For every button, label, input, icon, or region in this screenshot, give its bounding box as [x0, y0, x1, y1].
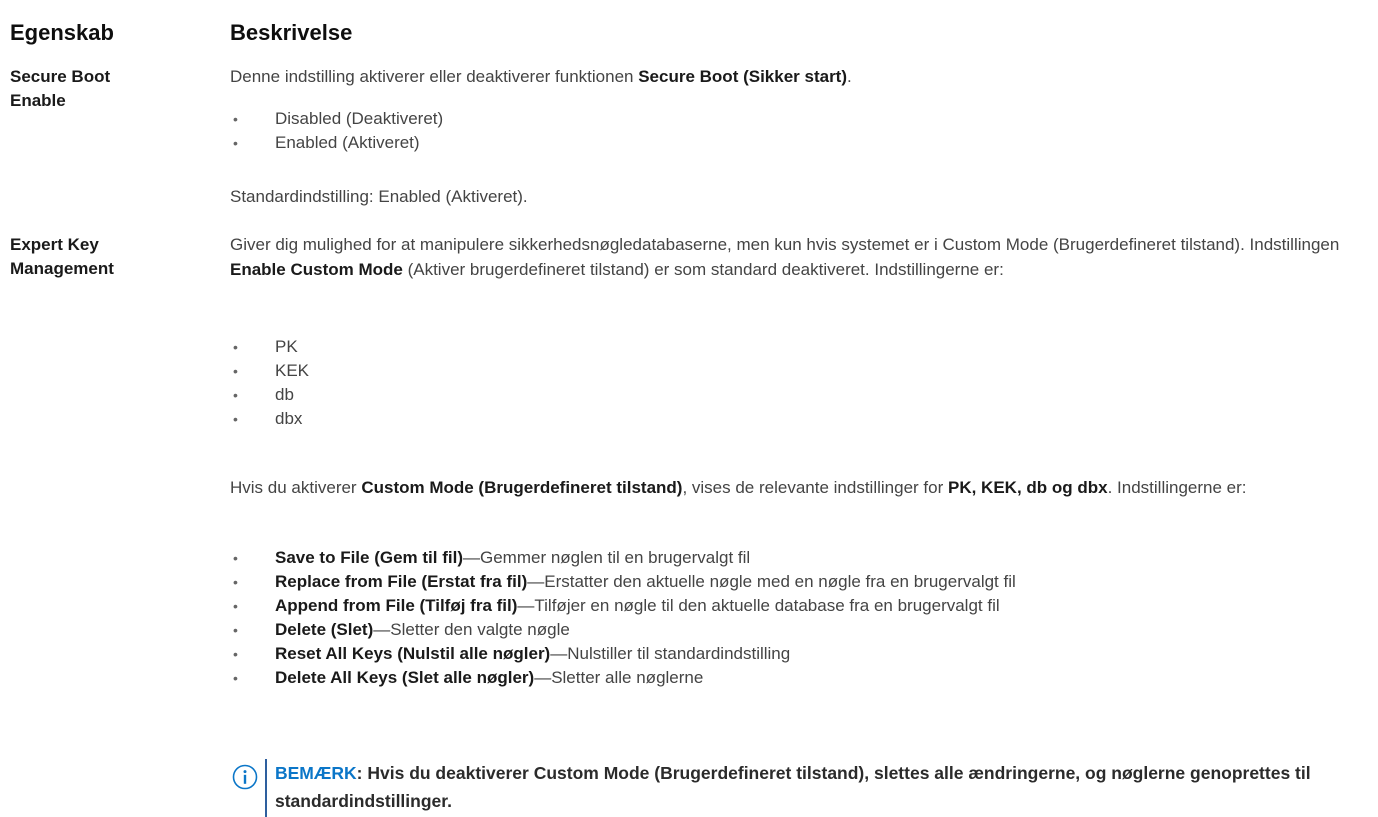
list-item: • KEK [230, 359, 1370, 383]
property-secure-boot-enable: Secure Boot Enable [10, 65, 190, 113]
key-label: PK [275, 337, 298, 356]
action-desc: —Gemmer nøglen til en brugervalgt fil [462, 548, 751, 567]
list-item: • PK [230, 335, 1370, 359]
bullet: • [233, 363, 238, 379]
bullet: • [233, 622, 238, 638]
key-label: db [275, 385, 294, 404]
custom-mode-paragraph: Hvis du aktiverer Custom Mode (Brugerdef… [230, 475, 1370, 500]
list-item: • Replace from File (Erstat fra fil)—Erst… [230, 570, 1370, 594]
list-item: • Reset All Keys (Nulstil alle nøgler)—Nu… [230, 642, 1370, 666]
text-bold: Enable Custom Mode [230, 260, 403, 279]
action-name: Append from File (Tilføj fra fil) [275, 596, 518, 615]
bullet: • [233, 670, 238, 686]
property-line: Secure Boot [10, 67, 111, 86]
action-list: • Save to File (Gem til fil)—Gemmer nøgle… [230, 546, 1370, 690]
action-desc: —Nulstiller til standardindstilling [550, 644, 791, 663]
expert-key-intro: Giver dig mulighed for at manipulere sik… [230, 232, 1370, 282]
property-line: Enable [10, 91, 66, 110]
action-name: Reset All Keys (Nulstil alle nøgler) [275, 644, 551, 663]
note-divider [265, 759, 267, 817]
list-item: • Save to File (Gem til fil)—Gemmer nøgle… [230, 546, 1370, 570]
text-bold: Secure Boot (Sikker start) [638, 67, 848, 86]
secure-boot-intro: Denne indstilling aktiverer eller deakti… [230, 64, 1370, 89]
bullet: • [233, 598, 238, 614]
action-desc: —Erstatter den aktuelle nøgle med en nøg… [527, 572, 1016, 591]
option-label: Disabled (Deaktiveret) [275, 109, 444, 128]
secure-boot-default: Standardindstilling: Enabled (Aktiveret)… [230, 187, 528, 206]
bullet: • [233, 411, 238, 427]
action-desc: —Sletter alle nøglerne [534, 668, 704, 687]
key-label: dbx [275, 409, 303, 428]
bullet: • [233, 646, 238, 662]
bullet: • [233, 111, 238, 127]
text-run: Denne indstilling aktiverer eller deakti… [230, 67, 639, 86]
list-item: • Enabled (Aktiveret) [230, 131, 1370, 155]
property-line: Expert Key [10, 235, 99, 254]
action-desc: —Tilføjer en nøgle til den aktuelle data… [517, 596, 1000, 615]
text-run: Giver dig mulighed for at manipulere sik… [230, 235, 1340, 254]
bullet: • [233, 135, 238, 151]
text-bold: PK, KEK, db og dbx [947, 478, 1108, 497]
action-name: Delete (Slet) [275, 620, 374, 639]
text-run: (Aktiver brugerdefineret tilstand) er so… [402, 260, 1004, 279]
property-line: Management [10, 259, 114, 278]
bullet: • [233, 387, 238, 403]
bullet: • [233, 339, 238, 355]
list-item: • Delete (Slet)—Sletter den valgte nøgle [230, 618, 1370, 642]
list-item: • dbx [230, 407, 1370, 431]
info-icon [232, 764, 258, 795]
action-name: Delete All Keys (Slet alle nøgler) [275, 668, 535, 687]
list-item: • Disabled (Deaktiveret) [230, 107, 1370, 131]
property-expert-key-management: Expert Key Management [10, 233, 190, 281]
list-item: • Append from File (Tilføj fra fil)—Tilfø… [230, 594, 1370, 618]
header-property: Egenskab [10, 20, 114, 45]
list-item: • db [230, 383, 1370, 407]
secure-boot-options: • Disabled (Deaktiveret) • Enabled (Aktive… [230, 107, 1370, 155]
action-name: Save to File (Gem til fil) [275, 548, 463, 567]
note-lead: BEMÆRK [275, 763, 357, 783]
text-bold: Custom Mode (Brugerdefineret tilstand) [361, 478, 683, 497]
option-label: Enabled (Aktiveret) [275, 133, 420, 152]
bullet: • [233, 550, 238, 566]
text-run: Hvis du aktiverer [230, 478, 362, 497]
note-text: BEMÆRK: Hvis du deaktiverer Custom Mode … [275, 759, 1375, 815]
note-box: BEMÆRK: Hvis du deaktiverer Custom Mode … [230, 757, 1378, 817]
key-label: KEK [275, 361, 310, 380]
text-run: . [847, 67, 852, 86]
action-name: Replace from File (Erstat fra fil) [275, 572, 528, 591]
action-desc: —Sletter den valgte nøgle [373, 620, 570, 639]
text-run: . Indstillingerne er: [1107, 478, 1247, 497]
header-description: Beskrivelse [230, 20, 353, 45]
text-run: , vises de relevante indstillinger for [682, 478, 948, 497]
key-list: • PK • KEK • db • dbx [230, 335, 1370, 431]
list-item: • Delete All Keys (Slet alle nøgler)—Slet… [230, 666, 1370, 690]
bullet: • [233, 574, 238, 590]
note-body: : Hvis du deaktiverer Custom Mode (Bruge… [275, 763, 1311, 811]
